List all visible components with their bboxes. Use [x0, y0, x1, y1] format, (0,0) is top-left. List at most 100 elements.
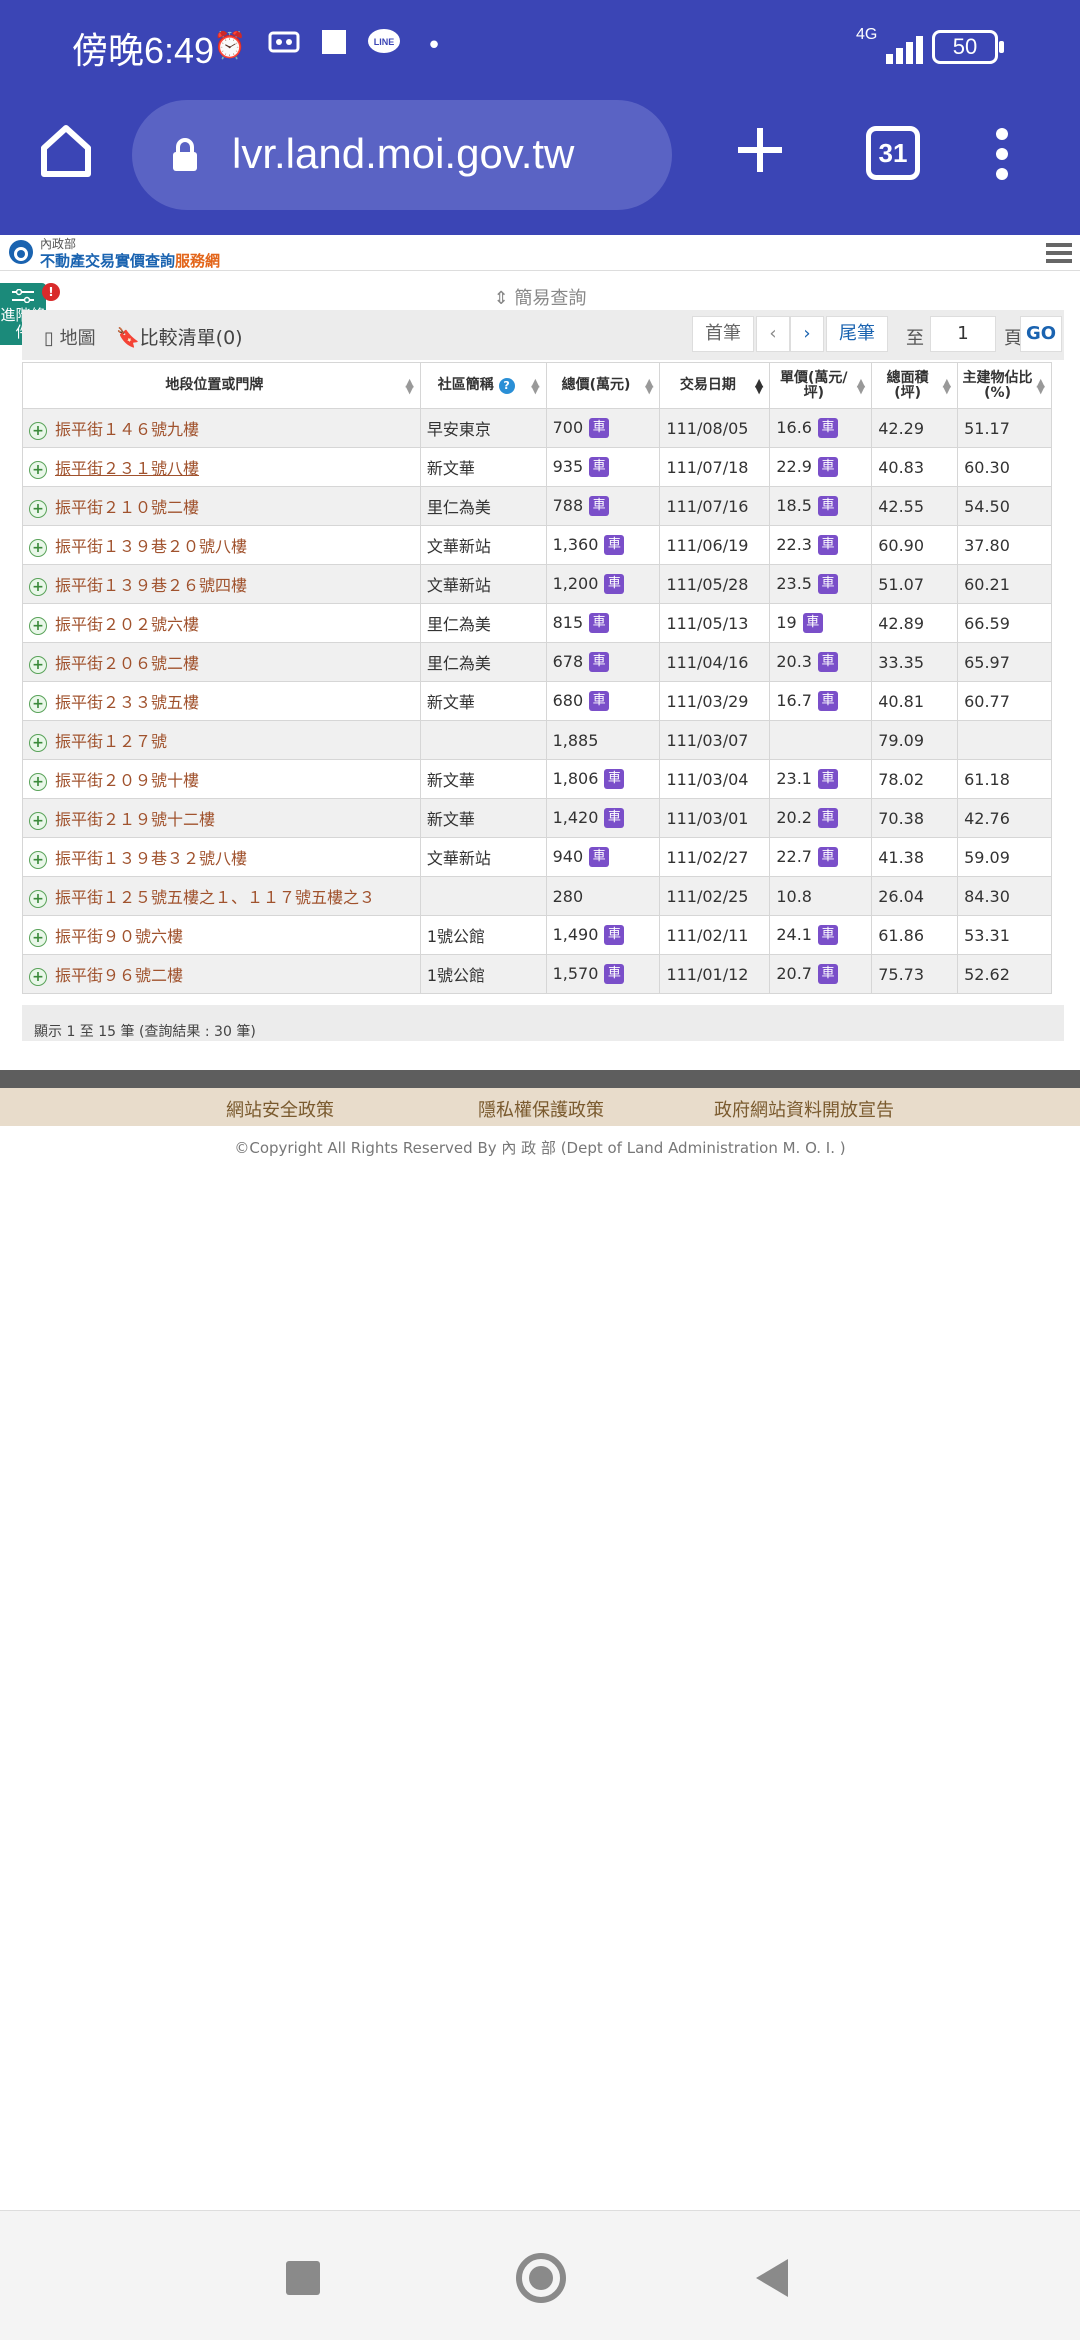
map-button[interactable]: ▯ 地圖 — [44, 324, 96, 350]
area-cell-text: 61.86 — [878, 925, 925, 945]
area-cell-text: 75.73 — [878, 964, 925, 984]
area-cell: 70.38 — [871, 798, 959, 838]
expand-row-icon[interactable]: + — [29, 850, 47, 869]
expand-row-icon[interactable]: + — [29, 928, 47, 947]
site-logo-title[interactable]: 不動產交易實價查詢服務網 — [40, 250, 220, 271]
site-logo-accent: 服務網 — [175, 252, 221, 270]
community-cell-text: 新文華 — [426, 459, 475, 478]
address-cell-text[interactable]: 振平街９６號二樓 — [55, 966, 183, 985]
address-cell[interactable]: + 振平街１３９巷２０號八樓 — [22, 525, 421, 565]
col-header-address[interactable]: 地段位置或門牌 ▲ ▼ — [22, 362, 421, 409]
date-cell-text: 111/02/11 — [666, 925, 749, 945]
parking-badge: 車 — [817, 457, 838, 478]
date-cell-text: 111/01/12 — [666, 964, 749, 984]
address-cell[interactable]: + 振平街１２５號五樓之１、１１７號五樓之３ — [22, 876, 421, 916]
address-cell-text[interactable]: 振平街９０號六樓 — [55, 927, 183, 946]
address-cell-text[interactable]: 振平街２０９號十樓 — [55, 771, 199, 790]
address-cell[interactable]: + 振平街１４６號九樓 — [22, 408, 421, 448]
col-header-total-price[interactable]: 總價(萬元) ▲ ▼ — [545, 362, 661, 409]
compare-list-button[interactable]: 🔖比較清單(0) — [116, 323, 243, 350]
new-tab-button[interactable] — [732, 122, 788, 178]
back-button[interactable] — [756, 2259, 788, 2297]
ratio-cell: 52.62 — [957, 954, 1052, 994]
browser-menu-button[interactable] — [990, 124, 1014, 184]
col-header-date[interactable]: 交易日期 ▲ ▼ — [659, 362, 771, 409]
total-price-cell-text: 940 — [552, 846, 584, 866]
address-cell[interactable]: + 振平街２１９號十二樓 — [22, 798, 421, 838]
col-header-area[interactable]: 總面積(坪) ▲ ▼ — [871, 362, 959, 409]
col-header-unit-price[interactable]: 單價(萬元/坪) ▲ ▼ — [769, 362, 873, 409]
community-cell-text: 文華新站 — [426, 537, 491, 556]
expand-row-icon[interactable]: + — [29, 889, 47, 908]
address-cell-text[interactable]: 振平街２３１號八樓 — [55, 459, 199, 478]
help-icon[interactable]: ? — [498, 377, 515, 394]
address-cell[interactable]: + 振平街２０６號二樓 — [22, 642, 421, 682]
expand-row-icon[interactable]: + — [29, 733, 47, 752]
address-cell-text[interactable]: 振平街１３９巷３２號八樓 — [55, 849, 247, 868]
parking-badge: 車 — [589, 613, 610, 634]
address-cell-text[interactable]: 振平街１３９巷２０號八樓 — [55, 537, 247, 556]
ratio-cell: 54.50 — [957, 486, 1052, 526]
address-cell-text[interactable]: 振平街２１９號十二樓 — [55, 810, 215, 829]
address-cell[interactable]: + 振平街２３３號五樓 — [22, 681, 421, 721]
address-cell[interactable]: + 振平街１３９巷３２號八樓 — [22, 837, 421, 877]
address-cell-text[interactable]: 振平街２３３號五樓 — [55, 693, 199, 712]
page-number-input[interactable]: 1 — [930, 316, 996, 352]
site-menu-button[interactable] — [1046, 243, 1072, 263]
expand-row-icon[interactable]: + — [29, 499, 47, 518]
home-nav-button[interactable] — [516, 2253, 566, 2303]
expand-row-icon[interactable]: + — [29, 460, 47, 479]
area-cell: 51.07 — [871, 564, 959, 604]
sort-icon: ▲ ▼ — [942, 376, 952, 396]
ratio-cell: 53.31 — [957, 915, 1052, 955]
address-cell[interactable]: + 振平街２１０號二樓 — [22, 486, 421, 526]
simple-query-toggle[interactable]: ⇕ 簡易查詢 — [0, 284, 1080, 310]
address-cell-text[interactable]: 振平街２０６號二樓 — [55, 654, 199, 673]
date-cell-text: 111/08/05 — [666, 418, 749, 438]
expand-row-icon[interactable]: + — [29, 694, 47, 713]
address-cell-text[interactable]: 振平街２０２號六樓 — [55, 615, 199, 634]
date-cell: 111/03/04 — [659, 759, 771, 799]
expand-row-icon[interactable]: + — [29, 577, 47, 596]
address-cell[interactable]: + 振平街９６號二樓 — [22, 954, 421, 994]
moi-logo-icon[interactable] — [8, 239, 34, 265]
security-policy-link[interactable]: 網站安全政策 — [226, 1096, 334, 1122]
ratio-cell-text: 84.30 — [964, 886, 1010, 906]
expand-row-icon[interactable]: + — [29, 967, 47, 986]
browser-chrome: 傍晚6:49 ⏰ LINE • 4G 50 lvr.land.moi.gov.t… — [0, 0, 1080, 235]
recents-button[interactable] — [286, 2261, 320, 2295]
address-cell[interactable]: + 振平街１２７號 — [22, 720, 421, 760]
area-cell: 26.04 — [871, 876, 959, 916]
expand-row-icon[interactable]: + — [29, 655, 47, 674]
address-cell[interactable]: + 振平街２０９號十樓 — [22, 759, 421, 799]
go-button[interactable]: GO — [1020, 316, 1062, 352]
address-cell[interactable]: + 振平街９０號六樓 — [22, 915, 421, 955]
map-label: 地圖 — [59, 328, 96, 349]
next-page-button[interactable]: › — [790, 316, 824, 352]
open-data-link[interactable]: 政府網站資料開放宣告 — [714, 1096, 894, 1122]
expand-row-icon[interactable]: + — [29, 616, 47, 635]
expand-row-icon[interactable]: + — [29, 811, 47, 830]
address-cell-text[interactable]: 振平街２１０號二樓 — [55, 498, 199, 517]
address-cell-text[interactable]: 振平街１３９巷２６號四樓 — [55, 576, 247, 595]
address-bar[interactable]: lvr.land.moi.gov.tw — [132, 100, 672, 210]
address-cell[interactable]: + 振平街２０２號六樓 — [22, 603, 421, 643]
address-cell-text[interactable]: 振平街１２７號 — [55, 732, 167, 751]
community-cell: 里仁為美 — [419, 642, 547, 682]
prev-page-button[interactable]: ‹ — [756, 316, 790, 352]
expand-row-icon[interactable]: + — [29, 538, 47, 557]
address-cell-text[interactable]: 振平街１２５號五樓之１、１１７號五樓之３ — [55, 888, 375, 907]
col-header-main-ratio[interactable]: 主建物佔比(%) ▲ ▼ — [957, 362, 1052, 409]
first-page-button[interactable]: 首筆 — [692, 316, 754, 352]
address-cell[interactable]: + 振平街１３９巷２６號四樓 — [22, 564, 421, 604]
col-header-community[interactable]: 社區簡稱 ? ▲ ▼ — [419, 362, 547, 409]
expand-row-icon[interactable]: + — [29, 421, 47, 440]
date-cell-text: 111/03/01 — [666, 808, 749, 828]
address-cell-text[interactable]: 振平街１４６號九樓 — [55, 420, 199, 439]
privacy-policy-link[interactable]: 隱私權保護政策 — [478, 1096, 604, 1122]
expand-row-icon[interactable]: + — [29, 772, 47, 791]
tab-switcher-button[interactable]: 31 — [866, 126, 920, 180]
last-page-button[interactable]: 尾筆 — [826, 316, 888, 352]
address-cell[interactable]: + 振平街２３１號八樓 — [22, 447, 421, 487]
home-button[interactable] — [36, 120, 96, 180]
